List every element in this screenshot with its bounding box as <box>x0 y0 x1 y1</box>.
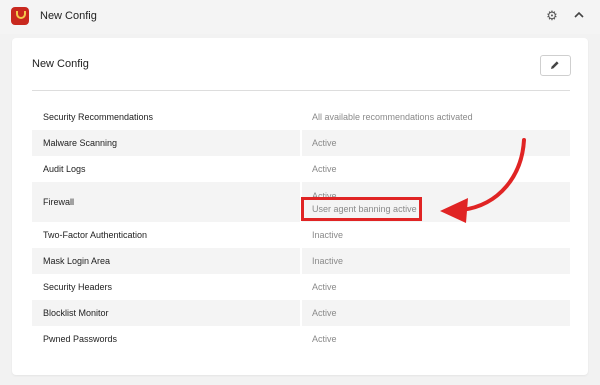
pencil-icon <box>551 61 559 69</box>
top-bar: New Config ⚙ <box>0 0 600 34</box>
highlight-box <box>301 197 422 221</box>
row-value: Active <box>312 138 337 148</box>
table-row: Security Headers Active <box>32 274 570 300</box>
table-row: Audit Logs Active <box>32 156 570 182</box>
divider <box>32 90 570 91</box>
card-title: New Config <box>32 58 89 70</box>
row-label: Audit Logs <box>43 164 86 174</box>
row-label: Mask Login Area <box>43 256 111 266</box>
edit-button[interactable] <box>540 55 571 76</box>
table-row: Malware Scanning Active <box>32 130 570 156</box>
table-row: Pwned Passwords Active <box>32 326 570 352</box>
table-row: Mask Login Area Inactive <box>32 248 570 274</box>
table-row: Blocklist Monitor Active <box>32 300 570 326</box>
row-label: Blocklist Monitor <box>43 308 109 318</box>
app-title: New Config <box>40 10 97 22</box>
row-label: Security Recommendations <box>43 112 154 122</box>
row-value: Active <box>312 308 337 318</box>
row-label: Pwned Passwords <box>43 334 118 344</box>
row-value: Inactive <box>312 230 344 240</box>
table-row: Two-Factor Authentication Inactive <box>32 222 570 248</box>
row-label: Security Headers <box>43 282 113 292</box>
chevron-up-icon[interactable] <box>572 8 586 22</box>
row-value: Active <box>312 164 337 174</box>
table-row: Security Recommendations All available r… <box>32 104 570 130</box>
row-label: Two-Factor Authentication <box>43 230 148 240</box>
row-value: Active <box>312 282 337 292</box>
row-label: Firewall <box>43 197 75 207</box>
gear-icon[interactable]: ⚙ <box>545 9 559 23</box>
row-value: Inactive <box>312 256 344 266</box>
config-card: New Config Security Recommendations All … <box>12 38 588 375</box>
app-logo-icon <box>11 7 29 25</box>
row-value: All available recommendations activated <box>312 112 473 122</box>
row-label: Malware Scanning <box>43 138 118 148</box>
row-value: Active <box>312 334 337 344</box>
status-table: Security Recommendations All available r… <box>32 104 570 352</box>
